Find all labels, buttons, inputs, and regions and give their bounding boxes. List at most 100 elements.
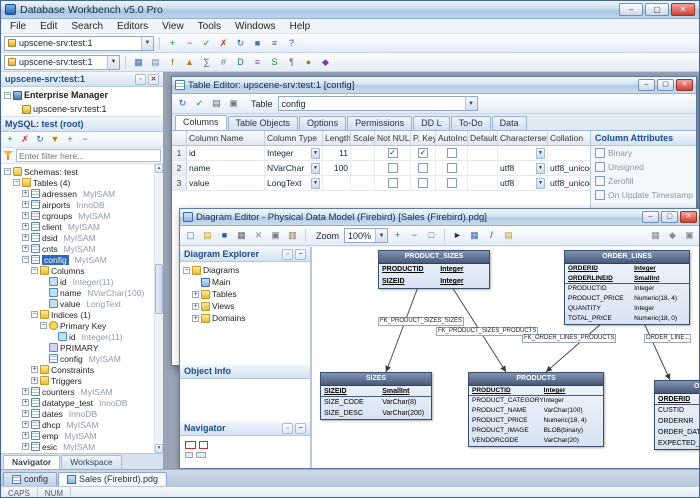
menu-windows[interactable]: Windows: [228, 19, 283, 33]
te-maximize-button[interactable]: ▢: [657, 79, 674, 91]
close-button[interactable]: ✕: [671, 3, 695, 16]
filter-input[interactable]: [16, 149, 161, 162]
tab-navigator[interactable]: Navigator: [3, 455, 60, 469]
tab-options[interactable]: Options: [299, 116, 346, 130]
menu-edit[interactable]: Edit: [33, 19, 64, 33]
expand-icon[interactable]: +: [22, 245, 29, 252]
column-header-autoinc[interactable]: AutoInc: [436, 131, 468, 145]
tree-item-primary-key[interactable]: −Primary Key: [1, 320, 154, 331]
tree-item-id[interactable]: −idInteger(11): [1, 331, 154, 342]
cell-default[interactable]: [468, 161, 498, 175]
tab-workspace[interactable]: Workspace: [61, 455, 121, 469]
cell-column-name[interactable]: name: [187, 161, 265, 175]
checkbox[interactable]: [595, 162, 605, 172]
tab-columns[interactable]: Columns: [175, 115, 227, 130]
column-header-characterset[interactable]: Characterset: [498, 131, 548, 145]
cell-not-null[interactable]: [375, 161, 411, 175]
navigator-preview[interactable]: [180, 436, 310, 468]
cell-column-type[interactable]: NVarChar▼: [265, 161, 323, 175]
entity-order-lines[interactable]: ORDER_LINESORDERIDIntegerORDERLINEIDSmal…: [564, 250, 690, 325]
zoom-fit-icon[interactable]: □: [424, 228, 439, 243]
connect-icon[interactable]: ✓: [199, 36, 214, 51]
column-header-p-key[interactable]: P. Key: [411, 131, 436, 145]
tab-table-objects[interactable]: Table Objects: [228, 116, 299, 130]
column-header-item[interactable]: [172, 131, 187, 145]
tree-item-views[interactable]: +Views: [180, 300, 310, 312]
checkbox[interactable]: [595, 190, 605, 200]
table-editor-icon[interactable]: ▦: [131, 55, 146, 70]
menu-tools[interactable]: Tools: [191, 19, 228, 33]
tab-permissions[interactable]: Permissions: [347, 116, 412, 130]
cell-not-null[interactable]: [375, 176, 411, 190]
domain-editor-icon[interactable]: D: [233, 55, 248, 70]
cell-length[interactable]: 100: [323, 161, 351, 175]
tree-item-domains[interactable]: +Domains: [180, 312, 310, 324]
relationship-label[interactable]: FK_ORDER_LINES_PRODUCTS: [522, 334, 616, 343]
column-header-length[interactable]: Length: [323, 131, 351, 145]
dropdown-icon[interactable]: ▼: [311, 148, 320, 159]
collapse-panel-icon[interactable]: ▫: [282, 423, 293, 434]
tree-scrollbar[interactable]: ▲ ▼: [154, 164, 163, 453]
save-icon[interactable]: ■: [217, 228, 232, 243]
expand-icon[interactable]: +: [22, 410, 29, 417]
cell-item[interactable]: 3: [172, 176, 187, 190]
copy-ddl-icon[interactable]: ▣: [226, 96, 241, 111]
cell-length[interactable]: 11: [323, 146, 351, 160]
expand-icon[interactable]: +: [22, 421, 29, 428]
overview-toggle-icon[interactable]: ▣: [682, 228, 697, 243]
index-manager-icon[interactable]: ≡: [250, 55, 265, 70]
relationship-label[interactable]: ORDER_LINE...: [644, 334, 691, 343]
tab-sales-firebird-pdg[interactable]: Sales (Firebird).pdg: [58, 472, 167, 486]
enterprise-manager-icon[interactable]: ■: [250, 36, 265, 51]
pin-icon[interactable]: ▫: [135, 74, 146, 85]
expand-icon[interactable]: +: [22, 388, 29, 395]
expand-icon[interactable]: +: [22, 212, 29, 219]
tree-item-constraints[interactable]: +Constraints: [1, 364, 154, 375]
relationship-label[interactable]: FK_PRODUCT_SIZES_SIZES: [378, 317, 464, 326]
table-select[interactable]: config ▼: [278, 96, 478, 111]
tree-item-name[interactable]: −nameNVarChar(100): [1, 287, 154, 298]
paste-icon[interactable]: ▥: [285, 228, 300, 243]
tab-data[interactable]: Data: [492, 116, 527, 130]
cell-p-key[interactable]: ✓: [411, 146, 436, 160]
cell-column-type[interactable]: Integer▼: [265, 146, 323, 160]
cell-scale[interactable]: [351, 146, 375, 160]
relationship-tool-icon[interactable]: /: [484, 228, 499, 243]
trigger-editor-icon[interactable]: ▲: [182, 55, 197, 70]
minimize-button[interactable]: –: [619, 3, 643, 16]
expand-icon[interactable]: +: [31, 377, 38, 384]
zoom-select[interactable]: 100% ▼: [344, 228, 388, 243]
tree-item-value[interactable]: −valueLongText: [1, 298, 154, 309]
entity-product-sizes[interactable]: PRODUCT_SIZESPRODUCTIDIntegerSIZEIDInteg…: [378, 250, 490, 289]
snap-toggle-icon[interactable]: ◆: [665, 228, 680, 243]
tree-item-tables-4[interactable]: −Tables (4): [1, 177, 154, 188]
tree-item-columns[interactable]: −Columns: [1, 265, 154, 276]
collapse-all-icon[interactable]: −: [78, 133, 92, 147]
de-close-button[interactable]: ✕: [680, 211, 697, 223]
tree-item-emp[interactable]: +empMyISAM: [1, 430, 154, 441]
title-bar[interactable]: Database Workbench v5.0 Pro –▢✕: [1, 1, 699, 19]
expand-icon[interactable]: +: [22, 432, 29, 439]
refresh-icon[interactable]: ↻: [33, 133, 47, 147]
new-object-icon[interactable]: +: [3, 133, 17, 147]
column-header-column-name[interactable]: Column Name: [187, 131, 265, 145]
cell-autoinc[interactable]: [436, 161, 468, 175]
refresh-icon[interactable]: ↻: [175, 96, 190, 111]
tree-item-upscene-srv-test-1[interactable]: −upscene-srv:test:1: [1, 102, 163, 116]
unregister-server-icon[interactable]: −: [182, 36, 197, 51]
column-header-scale[interactable]: Scale: [351, 131, 375, 145]
chevron-down-icon[interactable]: ▼: [465, 97, 477, 110]
collapse-icon[interactable]: −: [31, 267, 38, 274]
expand-icon[interactable]: +: [192, 315, 199, 322]
tree-item-airports[interactable]: +airportsInnoDB: [1, 199, 154, 210]
tree-item-client[interactable]: +clientMyISAM: [1, 221, 154, 232]
column-header-not-null[interactable]: Not NULL: [375, 131, 411, 145]
generator-editor-icon[interactable]: #: [216, 55, 231, 70]
chevron-down-icon[interactable]: ▼: [375, 229, 387, 242]
collapse-icon[interactable]: −: [22, 256, 29, 263]
zoom-out-icon[interactable]: −: [407, 228, 422, 243]
cell-scale[interactable]: [351, 161, 375, 175]
tab-dd-l[interactable]: DD L: [413, 116, 450, 130]
disconnect-icon[interactable]: ✗: [216, 36, 231, 51]
tree-item-diagrams[interactable]: −Diagrams: [180, 264, 310, 276]
